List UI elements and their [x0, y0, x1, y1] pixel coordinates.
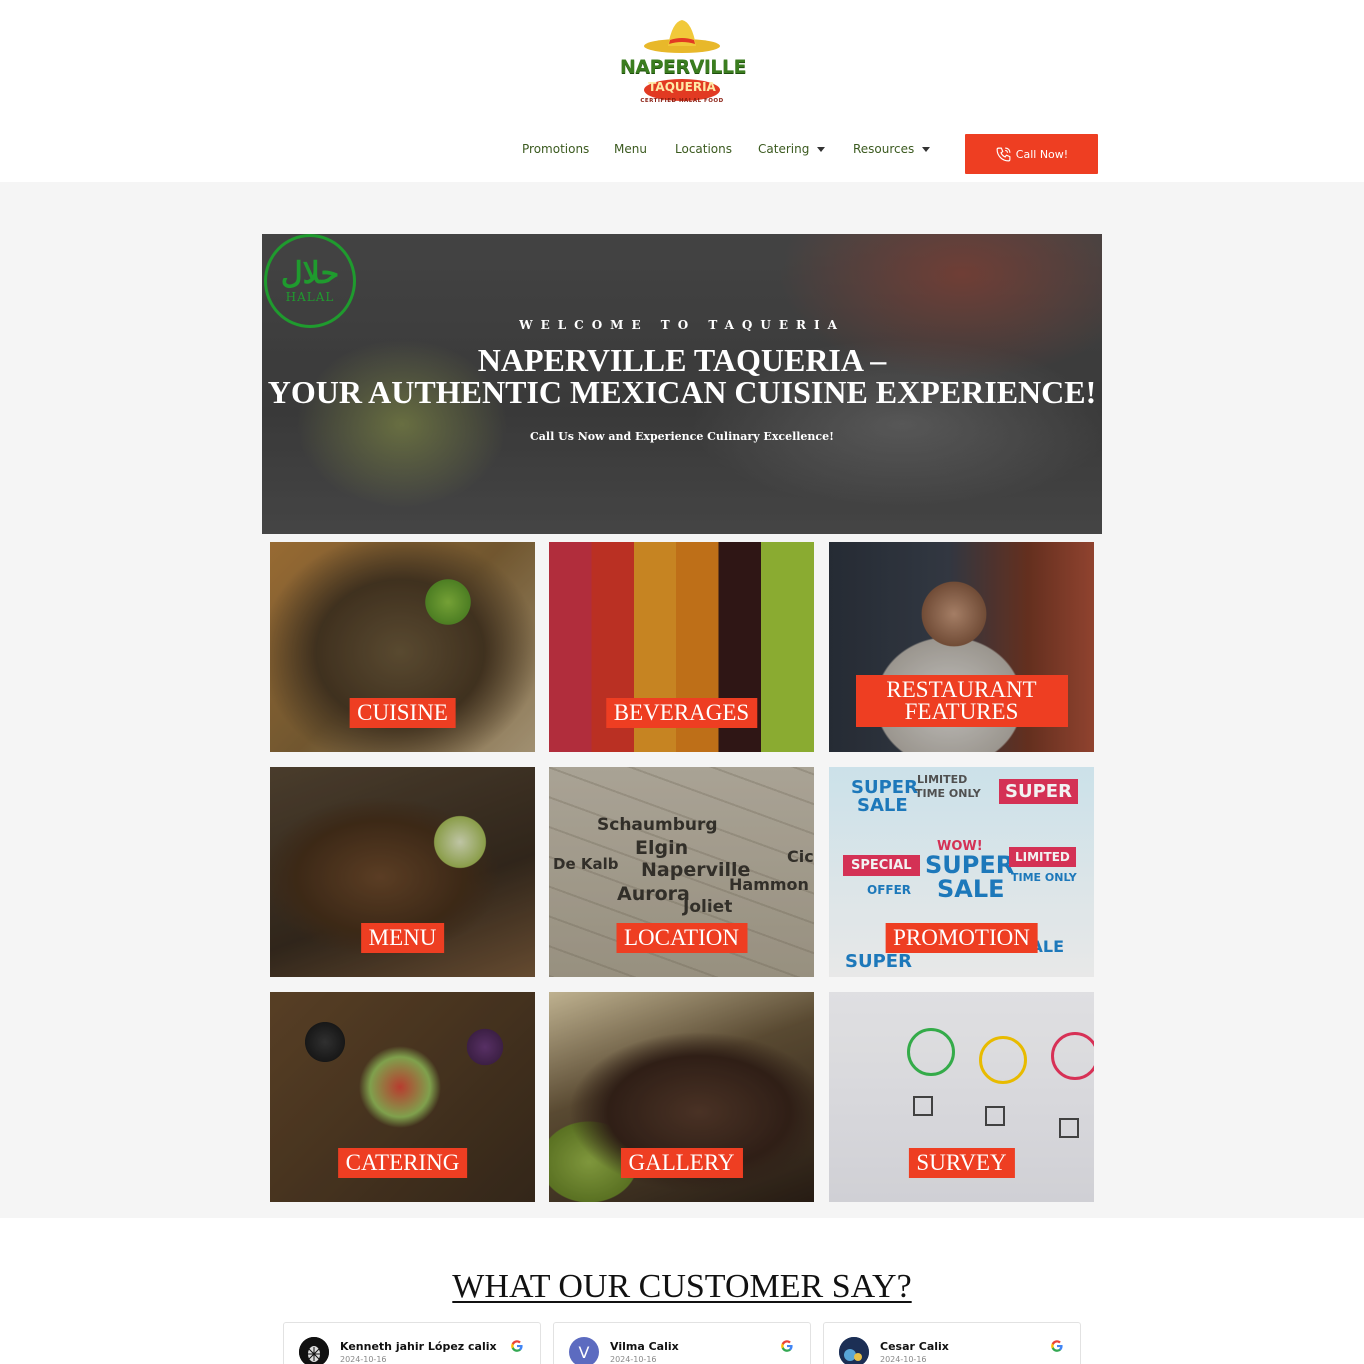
hero-title-line-1: NAPERVILLE TAQUERIA –	[477, 342, 887, 378]
halal-badge-text: HALAL	[285, 290, 335, 304]
review-card[interactable]: V Vilma Calix 2024-10-16	[553, 1322, 811, 1364]
nav-item-catering[interactable]: Catering	[758, 142, 826, 156]
reviewer-name: Vilma Calix	[610, 1340, 679, 1353]
google-icon	[1051, 1340, 1063, 1352]
tile-label: SURVEY	[908, 1148, 1015, 1178]
tile-label: RESTAURANT FEATURES	[855, 675, 1068, 727]
site-header: NAPERVILLE TAQUERIA CERTIFIED HALAL FOOD…	[0, 0, 1364, 182]
review-date: 2024-10-16	[610, 1355, 657, 1364]
tile-label: GALLERY	[620, 1148, 743, 1178]
nav-label: Resources	[853, 142, 915, 156]
tile-restaurant-features[interactable]: RESTAURANT FEATURES	[829, 542, 1094, 752]
call-now-button[interactable]: Call Now!	[965, 134, 1098, 174]
reviewer-name: Cesar Calix	[880, 1340, 949, 1353]
testimonials-section: WHAT OUR CUSTOMER SAY? Kenneth jahir Lóp…	[0, 1218, 1364, 1364]
nav-label: Locations	[675, 142, 733, 156]
tile-label: PROMOTION	[885, 923, 1038, 953]
nav-item-locations[interactable]: Locations	[675, 142, 732, 156]
hero-title: NAPERVILLE TAQUERIA – YOUR AUTHENTIC MEX…	[262, 344, 1102, 408]
main-section: حلال HALAL WELCOME TO TAQUERIA NAPERVILL…	[0, 182, 1364, 1218]
tile-menu[interactable]: MENU	[270, 767, 535, 977]
hero-title-line-2: YOUR AUTHENTIC MEXICAN CUISINE EXPERIENC…	[267, 374, 1097, 410]
nav-item-menu[interactable]: Menu	[614, 142, 647, 156]
logo-tagline: CERTIFIED HALAL FOOD	[640, 98, 724, 104]
site-logo[interactable]: NAPERVILLE TAQUERIA CERTIFIED HALAL FOOD	[620, 16, 747, 110]
avatar	[299, 1337, 329, 1364]
spider-avatar-icon	[299, 1337, 329, 1364]
tile-cuisine[interactable]: CUISINE	[270, 542, 535, 752]
section-title: WHAT OUR CUSTOMER SAY?	[0, 1268, 1364, 1306]
google-icon	[511, 1340, 523, 1352]
nav-label: Catering	[758, 142, 810, 156]
hero-banner: حلال HALAL WELCOME TO TAQUERIA NAPERVILL…	[262, 234, 1102, 534]
review-card[interactable]: Cesar Calix 2024-10-16	[823, 1322, 1081, 1364]
avatar	[839, 1337, 869, 1364]
tile-location[interactable]: Schaumburg Elgin De Kalb Naperville Auro…	[549, 767, 814, 977]
tile-label: MENU	[360, 923, 445, 953]
hero-subtitle: Call Us Now and Experience Culinary Exce…	[530, 430, 834, 443]
google-icon	[781, 1340, 793, 1352]
nav-label: Menu	[614, 142, 647, 156]
halal-badge: حلال HALAL	[264, 234, 356, 328]
section-title-text: WHAT OUR CUSTOMER SAY?	[452, 1268, 912, 1305]
tile-label: CATERING	[337, 1148, 468, 1178]
caret-down-icon	[817, 147, 826, 152]
tile-label: LOCATION	[616, 923, 747, 953]
review-card[interactable]: Kenneth jahir López calix 2024-10-16	[283, 1322, 541, 1364]
phone-icon	[996, 147, 1011, 161]
photo-avatar-icon	[839, 1337, 869, 1364]
tile-label: CUISINE	[349, 698, 456, 728]
tile-gallery[interactable]: GALLERY	[549, 992, 814, 1202]
hero-eyebrow: WELCOME TO TAQUERIA	[519, 318, 845, 332]
tile-catering[interactable]: CATERING	[270, 992, 535, 1202]
avatar: V	[569, 1337, 599, 1364]
call-button-label: Call Now!	[1015, 147, 1069, 161]
logo-word-taqueria: TAQUERIA	[648, 80, 716, 94]
tile-label: BEVERAGES	[605, 698, 758, 728]
tile-beverages[interactable]: BEVERAGES	[549, 542, 814, 752]
nav-label: Promotions	[522, 142, 590, 156]
tile-promotion[interactable]: SUPER SALE LIMITED TIME ONLY SUPER SPECI…	[829, 767, 1094, 977]
halal-badge-arabic: حلال	[280, 256, 340, 291]
nav-item-promotions[interactable]: Promotions	[522, 142, 589, 156]
logo-word-naperville: NAPERVILLE	[620, 56, 747, 78]
caret-down-icon	[922, 147, 931, 152]
reviewer-name: Kenneth jahir López calix	[340, 1340, 497, 1353]
tile-survey[interactable]: SURVEY	[829, 992, 1094, 1202]
review-date: 2024-10-16	[880, 1355, 927, 1364]
review-date: 2024-10-16	[340, 1355, 387, 1364]
nav-item-resources[interactable]: Resources	[853, 142, 931, 156]
avatar-letter: V	[578, 1342, 590, 1362]
